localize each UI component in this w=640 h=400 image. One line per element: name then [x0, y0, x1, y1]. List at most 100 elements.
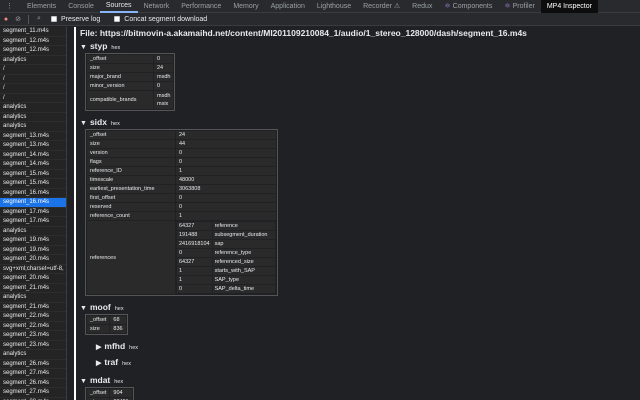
tab-dock[interactable]: ⋮ — [0, 0, 21, 13]
tab-lighthouse[interactable]: Lighthouse — [311, 0, 357, 13]
tab-label: Recorder ⚠ — [363, 2, 401, 10]
segment-list-item[interactable]: segment_13.m4s — [0, 141, 66, 151]
segment-list-item[interactable]: segment_20.m4s — [0, 255, 66, 265]
segment-list-item[interactable]: segment_13.m4s — [0, 132, 66, 141]
prop-key: minor_version — [87, 82, 153, 90]
box-header-moof[interactable]: ▼ moof hex — [80, 301, 640, 314]
tab-recorder[interactable]: Recorder ⚠ — [357, 0, 406, 13]
segment-list-item[interactable]: segment_12.m4s — [0, 37, 66, 46]
segment-list-item[interactable]: segment_19.m4s — [0, 246, 66, 255]
collapse-arrow-icon[interactable]: ▼ — [80, 117, 87, 130]
preserve-log-box[interactable] — [51, 16, 57, 22]
box-header-mfhd[interactable]: ▶ mfhd hex — [96, 340, 640, 353]
segment-list-item[interactable]: analytics — [0, 350, 66, 360]
segment-list-item[interactable]: segment_23.m4s — [0, 331, 66, 341]
tab-console[interactable]: Console — [62, 0, 100, 13]
collapse-arrow-icon[interactable]: ▼ — [80, 41, 87, 54]
segment-list-item[interactable]: segment_23.m4s — [0, 341, 66, 350]
reference-row: 2416918104 sap — [177, 240, 275, 248]
box-name: styp — [89, 41, 108, 51]
tab-network[interactable]: Network — [138, 0, 176, 13]
tab-application[interactable]: Application — [265, 0, 311, 13]
segment-list-item[interactable]: segment_20.m4s — [0, 274, 66, 284]
segment-list-item[interactable]: segment_21.m4s — [0, 284, 66, 293]
segment-list-item[interactable]: analytics — [0, 227, 66, 236]
segment-list-item[interactable]: / — [0, 84, 66, 94]
segment-list-item[interactable]: segment_16.m4s — [0, 198, 66, 208]
concat-segment-checkbox[interactable]: Concat segment download — [114, 16, 207, 23]
expand-arrow-icon[interactable]: ▶ — [96, 341, 101, 354]
tab-mp4-inspector[interactable]: MP4 Inspector — [540, 0, 598, 13]
prop-value: 68 — [110, 316, 126, 324]
tab-profiler[interactable]: ⚛ Profiler — [498, 0, 540, 13]
hex-toggle[interactable]: hex — [129, 342, 138, 355]
segment-list-item[interactable]: segment_17.m4s — [0, 217, 66, 227]
tab-sources[interactable]: Sources — [99, 0, 138, 13]
segment-list-item[interactable]: analytics — [0, 113, 66, 122]
expand-arrow-icon[interactable]: ▶ — [96, 357, 101, 370]
segment-list-item[interactable]: segment_17.m4s — [0, 208, 66, 217]
prop-row: _offset 68 — [87, 316, 126, 324]
segment-list-item[interactable]: segment_27.m4s — [0, 388, 66, 398]
tab-redux[interactable]: Redux — [406, 0, 438, 13]
panel-divider[interactable] — [67, 27, 76, 400]
prop-row: size 836 — [87, 325, 126, 333]
tab-memory[interactable]: Memory — [227, 0, 264, 13]
reference-field: reference — [212, 222, 275, 230]
segment-list-item[interactable]: analytics — [0, 122, 66, 132]
segment-list-item[interactable]: segment_14.m4s — [0, 151, 66, 160]
collapse-arrow-icon[interactable]: ▼ — [80, 302, 87, 315]
tab-performance[interactable]: Performance — [175, 0, 227, 13]
hex-toggle[interactable]: hex — [114, 376, 123, 389]
segment-list-item[interactable]: segment_15.m4s — [0, 179, 66, 189]
segment-list-item[interactable]: segment_26.m4s — [0, 360, 66, 369]
hex-toggle[interactable]: hex — [122, 358, 131, 371]
record-icon[interactable]: ● — [0, 16, 12, 23]
segment-list-item[interactable]: segment_22.m4s — [0, 312, 66, 322]
segment-list-item[interactable]: analytics — [0, 103, 66, 113]
preserve-log-checkbox[interactable]: Preserve log — [51, 16, 100, 23]
segment-list-item[interactable]: segment_19.m4s — [0, 236, 66, 246]
hex-toggle[interactable]: hex — [111, 42, 120, 55]
segment-list-item[interactable]: / — [0, 65, 66, 75]
segment-list-item[interactable]: segment_27.m4s — [0, 369, 66, 379]
segment-list-item[interactable]: segment_15.m4s — [0, 170, 66, 179]
segment-list-item[interactable]: / — [0, 94, 66, 103]
box-header-sidx[interactable]: ▼ sidx hex — [80, 116, 640, 129]
tab-elements[interactable]: Elements — [21, 0, 62, 13]
segment-list-item[interactable]: segment_26.m4s — [0, 379, 66, 388]
prop-value: 24 — [154, 64, 174, 72]
clear-icon[interactable]: ⊘ — [12, 15, 24, 23]
reference-field: referenced_size — [212, 258, 275, 266]
prop-row: _offset 24 — [87, 131, 276, 139]
concat-segment-box[interactable] — [114, 16, 121, 22]
tab-components[interactable]: ⚛ Components — [438, 0, 498, 13]
segment-list: segment_11.m4s segment_12.m4s segment_12.m… — [0, 27, 67, 400]
box-header-mdat[interactable]: ▼ mdat hex — [80, 374, 640, 387]
prop-key: major_brand — [87, 73, 153, 81]
segment-list-item[interactable]: segment_21.m4s — [0, 303, 66, 312]
box-header-traf[interactable]: ▶ traf hex — [96, 356, 640, 369]
segment-list-item[interactable]: segment_22.m4s — [0, 322, 66, 331]
hex-toggle[interactable]: hex — [115, 303, 124, 316]
segment-list-item[interactable]: / — [0, 75, 66, 84]
reference-value: 64327 — [177, 258, 212, 266]
prop-row: major_brand msdh — [87, 73, 174, 81]
segment-list-item[interactable]: segment_16.m4s — [0, 189, 66, 198]
segment-list-item[interactable]: segment_12.m4s — [0, 46, 66, 56]
hex-toggle[interactable]: hex — [111, 118, 120, 131]
segment-list-item[interactable]: analytics — [0, 56, 66, 65]
box-header-styp[interactable]: ▼ styp hex — [80, 40, 640, 53]
tab-label: Console — [68, 2, 94, 10]
segment-list-item[interactable]: analytics — [0, 293, 66, 303]
segment-list-item[interactable]: svg+xml;charset=utf-8, — [0, 265, 66, 274]
prop-key: reserved — [87, 203, 175, 211]
prop-key: references — [87, 221, 175, 294]
segment-list-item[interactable]: segment_14.m4s — [0, 160, 66, 170]
prop-key: _offset — [87, 55, 153, 63]
segment-list-item[interactable]: segment_11.m4s — [0, 27, 66, 37]
prop-key: _offset — [87, 316, 110, 324]
search-icon[interactable]: ⌕ — [33, 15, 45, 23]
box-name: mdat — [89, 375, 111, 385]
collapse-arrow-icon[interactable]: ▼ — [80, 375, 87, 388]
